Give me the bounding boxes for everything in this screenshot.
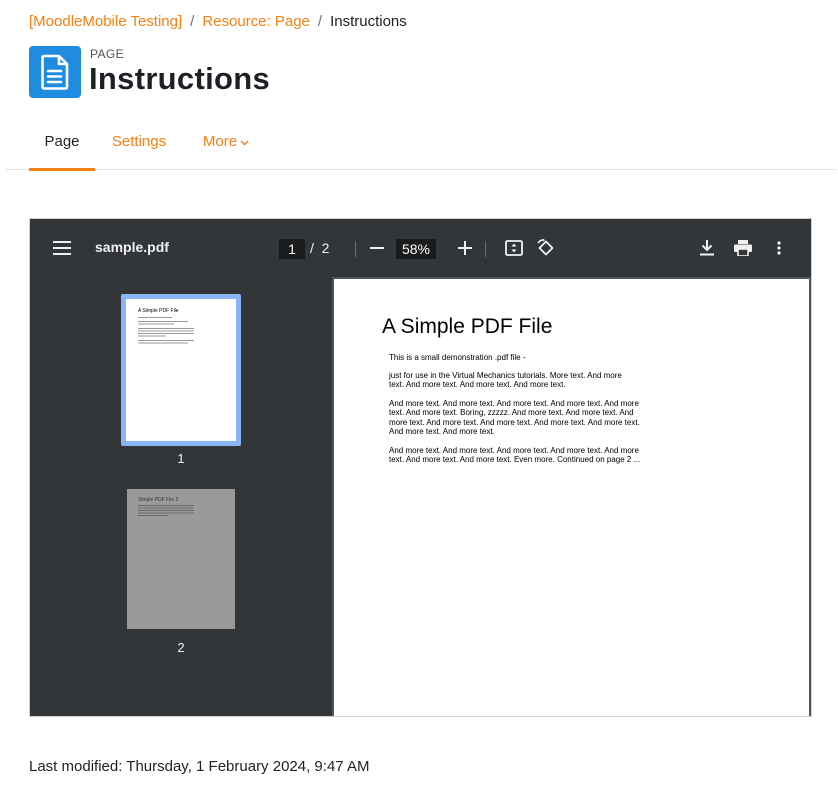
thumbnail-2-number: 2	[177, 640, 185, 655]
breadcrumb: [MoodleMobile Testing] / Resource: Page …	[29, 13, 407, 30]
breadcrumb-current: Instructions	[330, 13, 407, 30]
thumbnail-sidebar[interactable]: A Simple PDF File 1 Simple PDF File 2 2	[30, 277, 332, 716]
page-pre-title: PAGE	[90, 47, 125, 61]
last-modified: Last modified: Thursday, 1 February 2024…	[29, 758, 370, 775]
tab-more[interactable]: More	[194, 112, 258, 170]
download-icon[interactable]	[695, 236, 719, 260]
pdf-toolbar: sample.pdf 1 / 2 58%	[30, 219, 811, 277]
pdf-viewer: sample.pdf 1 / 2 58% A Simple PDF File 1…	[29, 218, 812, 717]
thumbnail-page-1[interactable]: A Simple PDF File	[121, 294, 241, 446]
breadcrumb-resource-link[interactable]: Resource: Page	[202, 13, 310, 30]
tab-page[interactable]: Page	[29, 112, 95, 171]
tab-page-label: Page	[44, 132, 80, 150]
toolbar-divider	[485, 241, 486, 257]
pdf-paragraph: just for use in the Virtual Mechanics tu…	[389, 371, 622, 390]
breadcrumb-separator: /	[190, 13, 195, 30]
print-icon[interactable]	[731, 236, 755, 260]
pdf-paragraph: And more text. And more text. And more t…	[389, 399, 640, 437]
page-title: Instructions	[89, 61, 271, 96]
thumbnail-1-text-lines	[138, 317, 194, 344]
pdf-document-title: A Simple PDF File	[382, 315, 553, 338]
thumbnail-2-title: Simple PDF File 2	[138, 497, 179, 503]
minus-icon	[370, 247, 384, 249]
pdf-page-1: A Simple PDF File This is a small demons…	[334, 279, 809, 716]
zoom-in-button[interactable]	[453, 236, 477, 260]
more-options-icon[interactable]	[767, 236, 791, 260]
thumbnail-1-title: A Simple PDF File	[138, 308, 179, 314]
tab-settings[interactable]: Settings	[104, 112, 174, 170]
plus-icon	[458, 241, 472, 255]
pdf-filename: sample.pdf	[95, 239, 169, 255]
chevron-down-icon	[240, 133, 249, 150]
page-document-icon	[29, 46, 81, 98]
page-number-input[interactable]: 1	[279, 239, 305, 259]
fit-to-page-icon[interactable]	[502, 236, 526, 260]
pdf-document-area[interactable]: A Simple PDF File This is a small demons…	[332, 277, 811, 716]
zoom-out-button[interactable]	[365, 236, 389, 260]
page-count: / 2	[310, 240, 329, 256]
page-separator: /	[310, 240, 314, 256]
rotate-icon[interactable]	[534, 236, 558, 260]
secondary-navigation: Page Settings More	[6, 112, 836, 171]
page-total: 2	[321, 240, 330, 256]
pdf-paragraph: And more text. And more text. And more t…	[389, 446, 641, 465]
thumbnail-1-number: 1	[177, 451, 185, 466]
breadcrumb-separator: /	[317, 13, 323, 30]
pdf-paragraph: This is a small demonstration .pdf file …	[389, 353, 526, 362]
zoom-level-input[interactable]: 58%	[396, 239, 436, 259]
toolbar-divider	[355, 241, 356, 257]
breadcrumb-course-link[interactable]: [MoodleMobile Testing]	[29, 13, 182, 30]
tab-more-label: More	[202, 132, 238, 150]
thumbnail-2-text-lines	[138, 505, 194, 516]
menu-icon[interactable]	[50, 236, 74, 260]
thumbnail-page-2[interactable]: Simple PDF File 2	[127, 489, 235, 629]
tab-settings-label: Settings	[111, 132, 167, 150]
